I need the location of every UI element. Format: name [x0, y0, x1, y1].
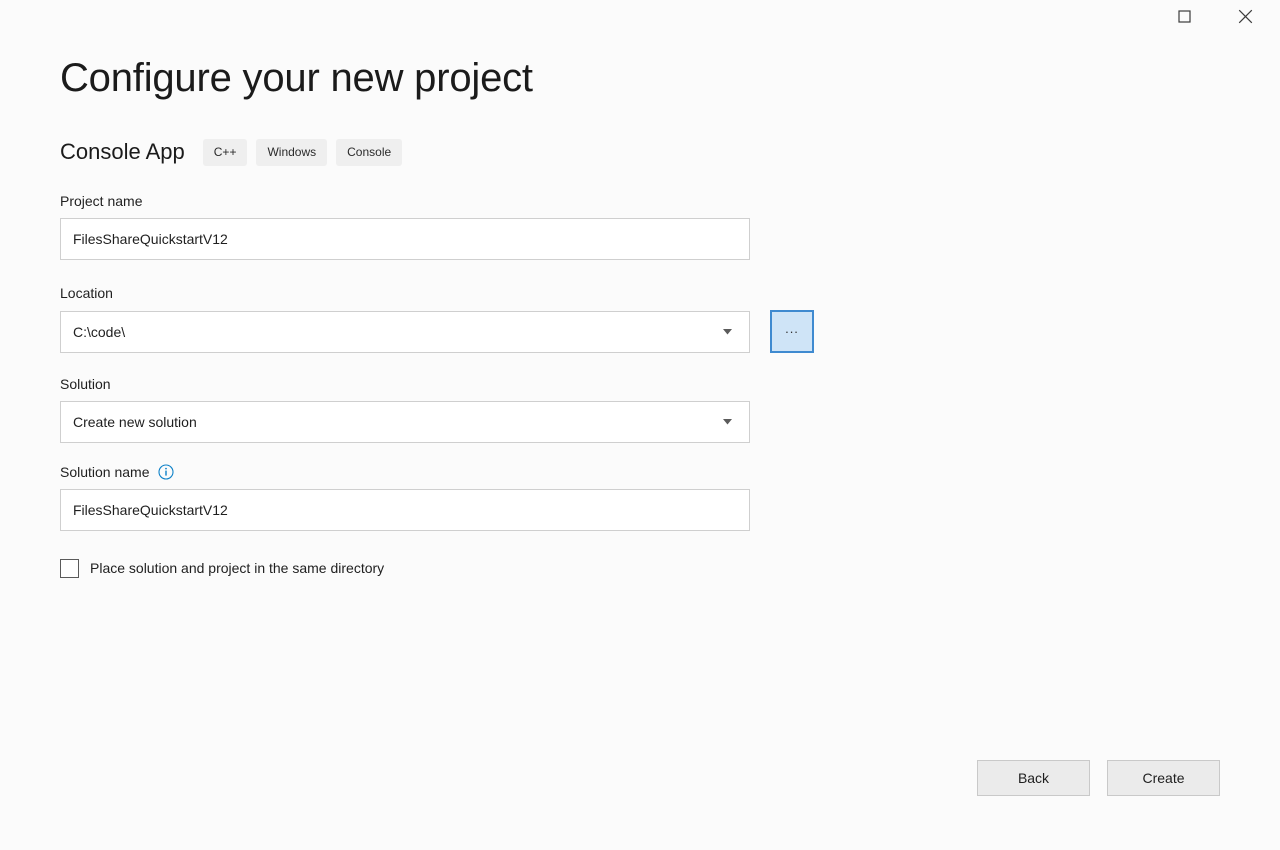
solution-name-value: FilesShareQuickstartV12 [73, 502, 737, 518]
project-name-row: FilesShareQuickstartV12 [60, 218, 820, 260]
tag-language: C++ [203, 139, 248, 166]
location-field: Location C:\code\ ... [60, 284, 820, 353]
browse-location-button[interactable]: ... [770, 310, 814, 353]
solution-value: Create new solution [73, 414, 719, 430]
page-title: Configure your new project [60, 50, 533, 106]
tag-platform: Windows [256, 139, 327, 166]
solution-name-row: FilesShareQuickstartV12 [60, 489, 820, 531]
title-bar [0, 0, 1280, 42]
solution-name-field: Solution name FilesShareQuickstartV12 [60, 463, 820, 531]
project-name-value: FilesShareQuickstartV12 [73, 231, 737, 247]
maximize-button[interactable] [1161, 0, 1207, 32]
spacer [60, 443, 820, 463]
chevron-down-icon [719, 324, 735, 340]
maximize-icon [1178, 10, 1191, 23]
close-icon [1238, 9, 1253, 24]
project-name-input[interactable]: FilesShareQuickstartV12 [60, 218, 750, 260]
location-label: Location [60, 284, 820, 302]
location-value: C:\code\ [73, 324, 719, 340]
solution-field: Solution Create new solution [60, 375, 820, 443]
tag-project-type: Console [336, 139, 402, 166]
close-button[interactable] [1222, 0, 1268, 32]
template-tags: C++ Windows Console [203, 139, 402, 166]
chevron-down-icon [719, 414, 735, 430]
solution-name-label: Solution name [60, 463, 150, 481]
project-name-label: Project name [60, 192, 820, 210]
solution-row: Create new solution [60, 401, 820, 443]
same-directory-label: Place solution and project in the same d… [90, 559, 384, 578]
same-directory-checkbox[interactable] [60, 559, 79, 578]
solution-combobox[interactable]: Create new solution [60, 401, 750, 443]
spacer [60, 260, 820, 284]
spacer [60, 353, 820, 375]
location-row: C:\code\ ... [60, 310, 820, 353]
dialog-footer: Back Create [0, 760, 1280, 796]
solution-label: Solution [60, 375, 820, 393]
template-summary: Console App C++ Windows Console [60, 138, 402, 166]
location-combobox[interactable]: C:\code\ [60, 311, 750, 353]
solution-name-input[interactable]: FilesShareQuickstartV12 [60, 489, 750, 531]
create-button[interactable]: Create [1107, 760, 1220, 796]
project-name-field: Project name FilesShareQuickstartV12 [60, 192, 820, 260]
info-icon[interactable] [158, 464, 174, 480]
template-name: Console App [60, 138, 185, 166]
configure-project-form: Project name FilesShareQuickstartV12 Loc… [60, 192, 820, 578]
same-directory-row[interactable]: Place solution and project in the same d… [60, 559, 820, 578]
solution-name-label-row: Solution name [60, 463, 820, 481]
back-button[interactable]: Back [977, 760, 1090, 796]
